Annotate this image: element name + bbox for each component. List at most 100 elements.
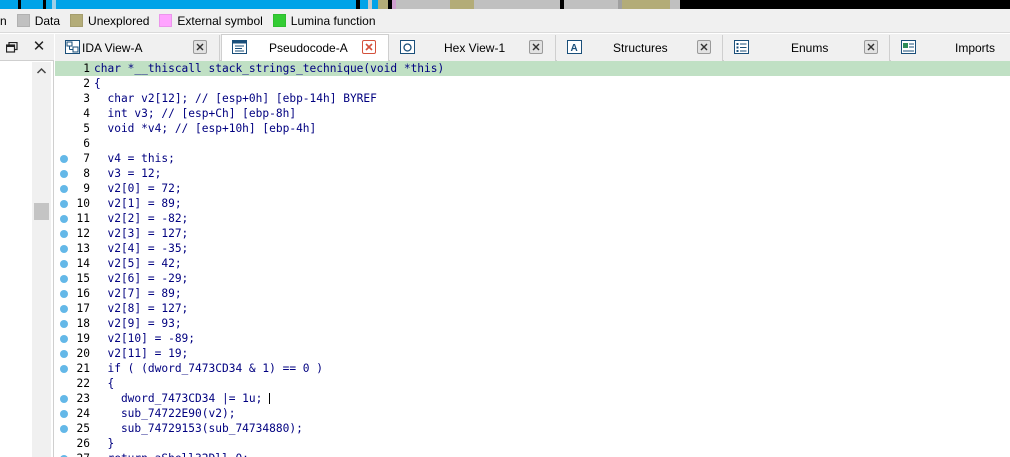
- code-text[interactable]: v2[3] = 127;: [94, 226, 188, 241]
- legend-swatch-data: [16, 14, 30, 27]
- code-text[interactable]: v2[7] = 89;: [94, 286, 181, 301]
- code-text[interactable]: v2[5] = 42;: [94, 256, 181, 271]
- functions-panel: ✕: [0, 34, 54, 457]
- code-line[interactable]: 3 char v2[12]; // [esp+0h] [ebp-14h] BYR…: [55, 91, 1010, 106]
- code-text[interactable]: v2[4] = -35;: [94, 241, 188, 256]
- code-text[interactable]: v2[11] = 19;: [94, 346, 188, 361]
- code-line[interactable]: 9 v2[0] = 72;: [55, 181, 1010, 196]
- code-text[interactable]: char v2[12]; // [esp+0h] [ebp-14h] BYREF: [94, 91, 376, 106]
- line-number: 21: [76, 362, 90, 375]
- tab-imports[interactable]: Imports: [891, 35, 1010, 61]
- code-text[interactable]: char *__thiscall stack_strings_technique…: [94, 61, 444, 76]
- code-line[interactable]: 23 dword_7473CD34 |= 1u;: [55, 391, 1010, 406]
- code-line[interactable]: 24 sub_74722E90(v2);: [55, 406, 1010, 421]
- code-text[interactable]: v2[2] = -82;: [94, 211, 188, 226]
- code-line[interactable]: 10 v2[1] = 89;: [55, 196, 1010, 211]
- code-text[interactable]: if ( (dword_7473CD34 & 1) == 0 ): [94, 361, 323, 376]
- code-line[interactable]: 5 void *v4; // [esp+10h] [ebp-4h]: [55, 121, 1010, 136]
- tab-structures[interactable]: A Structures: [557, 35, 723, 61]
- code-line[interactable]: 1 char *__thiscall stack_strings_techniqu…: [55, 61, 1010, 76]
- text-cursor: [269, 393, 270, 404]
- code-text[interactable]: {: [94, 376, 114, 391]
- chevron-up-icon[interactable]: [36, 66, 47, 76]
- tab-pseudocode-a[interactable]: Pseudocode-A: [221, 34, 389, 61]
- code-text[interactable]: v2[6] = -29;: [94, 271, 188, 286]
- navband-segment: [680, 0, 1010, 9]
- code-text[interactable]: v2[10] = -89;: [94, 331, 195, 346]
- line-number: 12: [76, 227, 90, 240]
- code-line[interactable]: 20 v2[11] = 19;: [55, 346, 1010, 361]
- code-line[interactable]: 27 return aShell32Dll_0;: [55, 451, 1010, 457]
- code-text[interactable]: v2[8] = 127;: [94, 301, 188, 316]
- line-number: 14: [76, 257, 90, 270]
- code-text[interactable]: dword_7473CD34 |= 1u;: [94, 391, 262, 406]
- code-line[interactable]: 6: [55, 136, 1010, 151]
- code-line[interactable]: 12 v2[3] = 127;: [55, 226, 1010, 241]
- close-tab-icon[interactable]: [362, 40, 376, 54]
- code-line[interactable]: 13 v2[4] = -35;: [55, 241, 1010, 256]
- line-number: 4: [83, 107, 90, 120]
- code-text[interactable]: v2[1] = 89;: [94, 196, 181, 211]
- code-line[interactable]: 8 v3 = 12;: [55, 166, 1010, 181]
- tab-enums[interactable]: Enums: [724, 35, 890, 61]
- vertical-scrollbar[interactable]: [32, 62, 51, 457]
- line-number: 7: [83, 152, 90, 165]
- code-text[interactable]: return aShell32Dll_0;: [94, 451, 248, 457]
- line-number: 16: [76, 287, 90, 300]
- code-text[interactable]: sub_74729153(sub_74734880);: [94, 421, 303, 436]
- code-line[interactable]: 7 v4 = this;: [55, 151, 1010, 166]
- close-panel-icon[interactable]: ✕: [32, 39, 46, 55]
- navband-segment: [474, 0, 560, 9]
- tab-label: Hex View-1: [444, 41, 506, 55]
- line-number: 8: [83, 167, 90, 180]
- navband-segment: [622, 0, 670, 9]
- code-line[interactable]: 25 sub_74729153(sub_74734880);: [55, 421, 1010, 436]
- code-line[interactable]: 14 v2[5] = 42;: [55, 256, 1010, 271]
- code-text[interactable]: }: [94, 436, 114, 451]
- tab-label: Imports: [955, 41, 996, 55]
- legend-label: n: [0, 13, 7, 28]
- close-tab-icon[interactable]: [864, 40, 878, 54]
- navband-segment: [396, 0, 450, 9]
- navband-segment: [564, 0, 618, 9]
- line-number: 18: [76, 317, 90, 330]
- code-line[interactable]: 11 v2[2] = -82;: [55, 211, 1010, 226]
- code-line[interactable]: 19 v2[10] = -89;: [55, 331, 1010, 346]
- svg-text:A: A: [571, 43, 578, 54]
- code-line[interactable]: 4 int v3; // [esp+Ch] [ebp-8h]: [55, 106, 1010, 121]
- tab-hex-view-1[interactable]: Hex View-1: [390, 35, 556, 61]
- line-number: 23: [76, 392, 90, 405]
- code-line[interactable]: 2{: [55, 76, 1010, 91]
- legend-swatch-unexplored: [70, 14, 84, 27]
- code-line[interactable]: 26 }: [55, 436, 1010, 451]
- code-text[interactable]: v2[0] = 72;: [94, 181, 181, 196]
- code-line[interactable]: 18 v2[9] = 93;: [55, 316, 1010, 331]
- code-line[interactable]: 21 if ( (dword_7473CD34 & 1) == 0 ): [55, 361, 1010, 376]
- code-line[interactable]: 15 v2[6] = -29;: [55, 271, 1010, 286]
- line-number: 1: [83, 62, 90, 75]
- navigation-band[interactable]: [0, 0, 1010, 9]
- code-text[interactable]: v3 = 12;: [94, 166, 161, 181]
- line-number: 11: [76, 212, 90, 225]
- code-text[interactable]: int v3; // [esp+Ch] [ebp-8h]: [94, 106, 296, 121]
- scrollbar-thumb[interactable]: [34, 203, 49, 220]
- code-text[interactable]: sub_74722E90(v2);: [94, 406, 236, 421]
- close-tab-icon[interactable]: [697, 40, 711, 54]
- close-tab-icon[interactable]: [193, 40, 207, 54]
- code-text[interactable]: {: [94, 76, 101, 91]
- line-number: 27: [55, 451, 90, 457]
- code-line[interactable]: 17 v2[8] = 127;: [55, 301, 1010, 316]
- code-text[interactable]: void *v4; // [esp+10h] [ebp-4h]: [94, 121, 316, 136]
- line-number: 22: [76, 377, 90, 390]
- hex-view-icon: [400, 40, 415, 54]
- close-tab-icon[interactable]: [529, 40, 543, 54]
- code-line[interactable]: 22 {: [55, 376, 1010, 391]
- legend-label: Unexplored: [88, 13, 150, 28]
- code-text[interactable]: v4 = this;: [94, 151, 174, 166]
- pseudocode-view[interactable]: 1 char *__thiscall stack_strings_techniqu…: [55, 61, 1010, 457]
- code-text[interactable]: v2[9] = 93;: [94, 316, 181, 331]
- line-number: 20: [76, 347, 90, 360]
- code-line[interactable]: 16 v2[7] = 89;: [55, 286, 1010, 301]
- tab-ida-view-a[interactable]: IDA View-A: [55, 35, 220, 61]
- restore-window-icon[interactable]: [6, 42, 18, 53]
